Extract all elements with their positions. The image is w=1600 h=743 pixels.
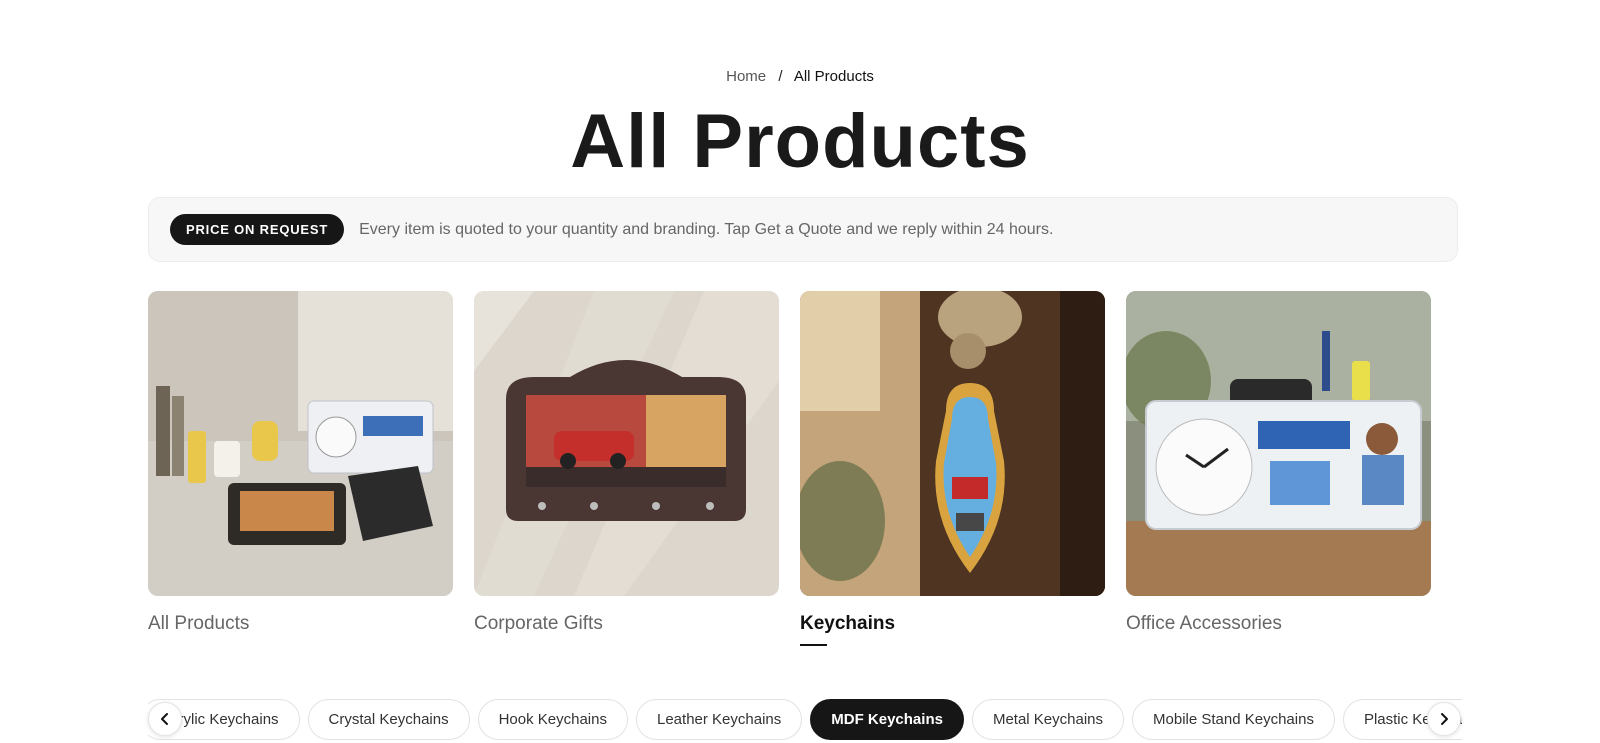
page-title: All Products: [570, 99, 1030, 184]
category-label: Office Accessories: [1126, 613, 1282, 634]
chip-mdf-keychains[interactable]: MDF Keychains: [810, 699, 964, 740]
chip-hook-keychains[interactable]: Hook Keychains: [477, 699, 628, 740]
breadcrumb: Home / All Products: [0, 68, 1600, 85]
breadcrumb-home-link[interactable]: Home: [726, 68, 766, 85]
category-card-corporate-gifts[interactable]: Corporate Gifts: [474, 291, 779, 635]
chips-next-button[interactable]: [1427, 702, 1461, 736]
chip-metal-keychains[interactable]: Metal Keychains: [971, 699, 1125, 740]
category-label: All Products: [148, 613, 250, 634]
category-label: Corporate Gifts: [474, 613, 603, 634]
category-image-corporate-gifts: [474, 291, 779, 596]
price-on-request-badge: PRICE ON REQUEST: [170, 214, 345, 245]
category-image-all-products: [148, 291, 453, 596]
chevron-right-icon: [1441, 713, 1448, 725]
price-notice-banner: PRICE ON REQUEST Every item is quoted to…: [148, 197, 1458, 262]
subcategory-chips: Acrylic Keychains Crystal Keychains Hook…: [148, 699, 1462, 743]
category-card-all-products[interactable]: All Products: [148, 291, 453, 635]
category-image-keychains: [800, 291, 1105, 596]
chevron-left-icon: [161, 713, 168, 725]
chip-leather-keychains[interactable]: Leather Keychains: [636, 699, 803, 740]
category-label: Keychains: [800, 613, 896, 634]
price-notice-text: Every item is quoted to your quantity an…: [359, 220, 1054, 238]
chips-prev-button[interactable]: [148, 702, 182, 736]
active-category-underline: [800, 644, 827, 646]
category-card-office-accessories[interactable]: Office Accessories: [1126, 291, 1431, 635]
chip-crystal-keychains[interactable]: Crystal Keychains: [307, 699, 470, 740]
breadcrumb-current: All Products: [793, 68, 874, 85]
category-image-office-accessories: [1126, 291, 1431, 596]
category-cards: All Products Corporate Gifts Keychains O…: [148, 291, 1458, 651]
breadcrumb-separator: /: [778, 68, 783, 85]
category-card-keychains[interactable]: Keychains: [800, 291, 1105, 646]
chip-mobile-stand-keychains[interactable]: Mobile Stand Keychains: [1132, 699, 1335, 740]
